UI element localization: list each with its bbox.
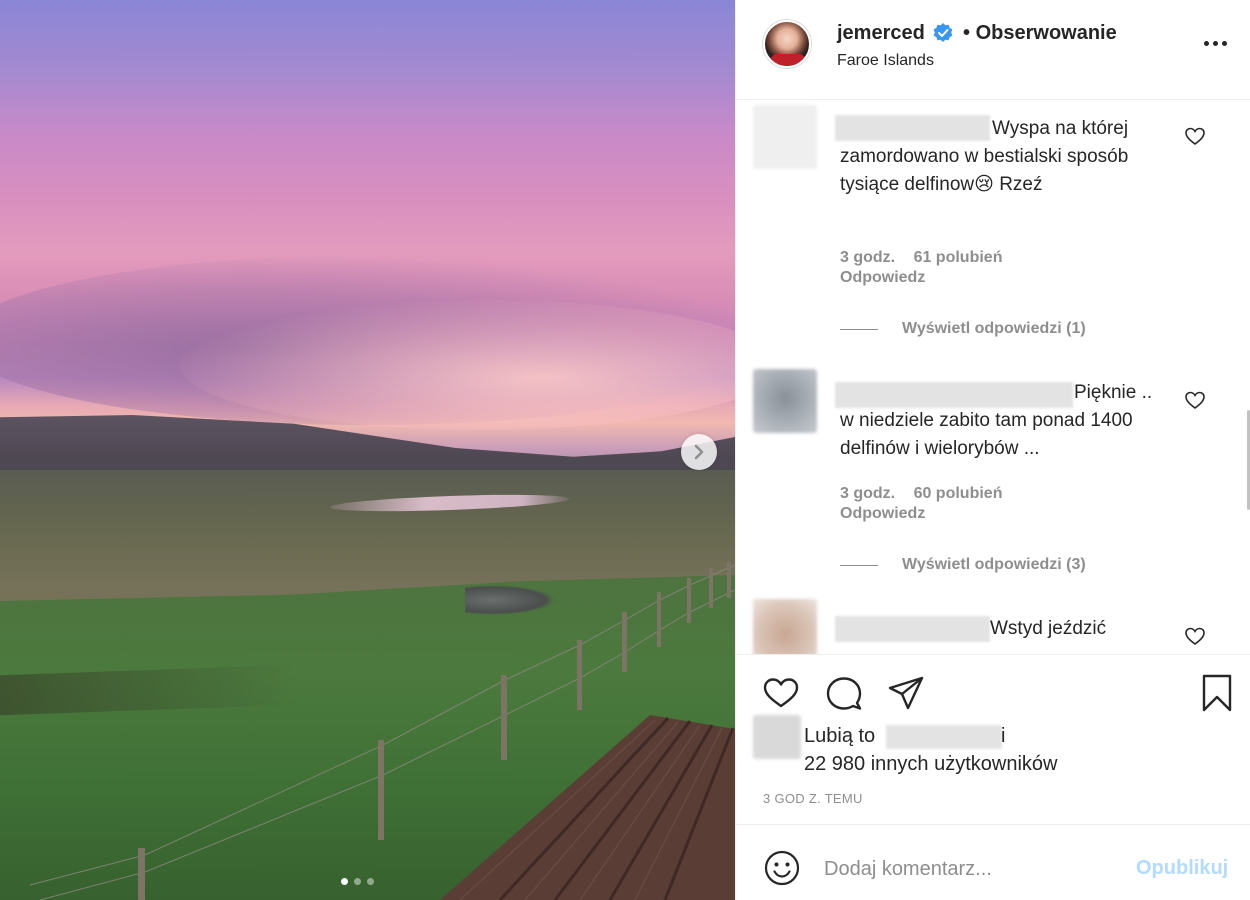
more-options-icon[interactable] [1204,33,1232,53]
post-photo[interactable] [0,0,735,900]
commenter-avatar[interactable] [753,599,817,654]
comment-meta: 3 godz. 61 polubień [840,247,1002,269]
author-avatar[interactable] [763,20,811,68]
carousel-dot [367,878,374,885]
comment-text: Wyspa na której zamordowano w bestialski… [840,115,1170,199]
post-side-panel: jemerced • Obserwowanie Faroe Islands Wy… [735,0,1250,900]
chevron-right-icon [694,444,704,460]
save-bookmark-icon[interactable] [1197,673,1237,713]
follow-status-label: Obserwowanie [975,22,1117,44]
view-replies-button[interactable]: Wyświetl odpowiedzi (1) [840,320,1086,338]
comment-meta: 3 godz. 60 polubień [840,483,1002,505]
comment-likes[interactable]: 60 polubień [914,485,1003,502]
comments-list: Wyspa na której zamordowano w bestialski… [736,101,1250,654]
share-send-icon[interactable] [886,673,926,713]
post-location[interactable]: Faroe Islands [837,52,934,70]
add-comment-input[interactable] [824,855,1114,883]
replies-divider [840,328,878,330]
separator-dot: • [963,22,971,44]
post-timestamp[interactable]: 3 GOD Z. TEMU [763,791,863,806]
comment-like-heart-icon[interactable] [1183,624,1207,648]
comment-body: Pięknie .. w niedziele zabito tam ponad … [840,382,1153,459]
author-username[interactable]: jemerced [837,22,925,45]
comment-like-heart-icon[interactable] [1183,388,1207,412]
post-actions: Lubią to i 22 980 innych użytkowników 3 … [736,654,1250,824]
comment-likes[interactable]: 61 polubień [914,249,1003,266]
commenter-avatar[interactable] [753,369,817,433]
follow-status-button[interactable]: • Obserwowanie [963,22,1117,45]
add-comment-bar: Opublikuj [736,824,1250,900]
comment-like-heart-icon[interactable] [1183,124,1207,148]
comment-time: 3 godz. [840,485,896,502]
emoji-picker-icon[interactable] [763,849,801,887]
carousel-indicator [341,878,374,885]
likes-count-link[interactable]: 22 980 innych użytkowników [804,753,1057,776]
post-header: jemerced • Obserwowanie Faroe Islands [736,0,1250,100]
verified-badge-icon [933,23,953,42]
publish-comment-button[interactable]: Opublikuj [1136,857,1228,880]
replies-divider [840,564,878,566]
commenter-avatar[interactable] [753,105,817,169]
view-replies-button[interactable]: Wyświetl odpowiedzi (3) [840,556,1086,574]
comment-time: 3 godz. [840,249,896,266]
reply-button[interactable]: Odpowiedz [840,505,925,523]
likes-prefix: Lubią to [804,725,876,747]
like-heart-icon[interactable] [761,673,801,713]
view-replies-label: Wyświetl odpowiedzi (3) [902,556,1086,573]
comment-icon[interactable] [824,673,864,713]
comment-body: Wstyd jeździć [990,618,1107,639]
carousel-dot-active [341,878,348,885]
wooden-deck [440,715,735,900]
view-replies-label: Wyświetl odpowiedzi (1) [902,320,1086,337]
likes-and: i [1001,725,1006,747]
liker-avatar[interactable] [753,715,801,759]
comment-body: Wyspa na której zamordowano w bestialski… [840,118,1129,195]
carousel-dot [354,878,361,885]
comment-text: Pięknie .. w niedziele zabito tam ponad … [840,379,1170,463]
carousel-next-button[interactable] [681,434,717,470]
redacted-liker-username [886,725,1002,749]
comment-text: Wstyd jeździć [840,615,1170,643]
avatar-accent [771,54,805,66]
reply-button[interactable]: Odpowiedz [840,269,925,287]
